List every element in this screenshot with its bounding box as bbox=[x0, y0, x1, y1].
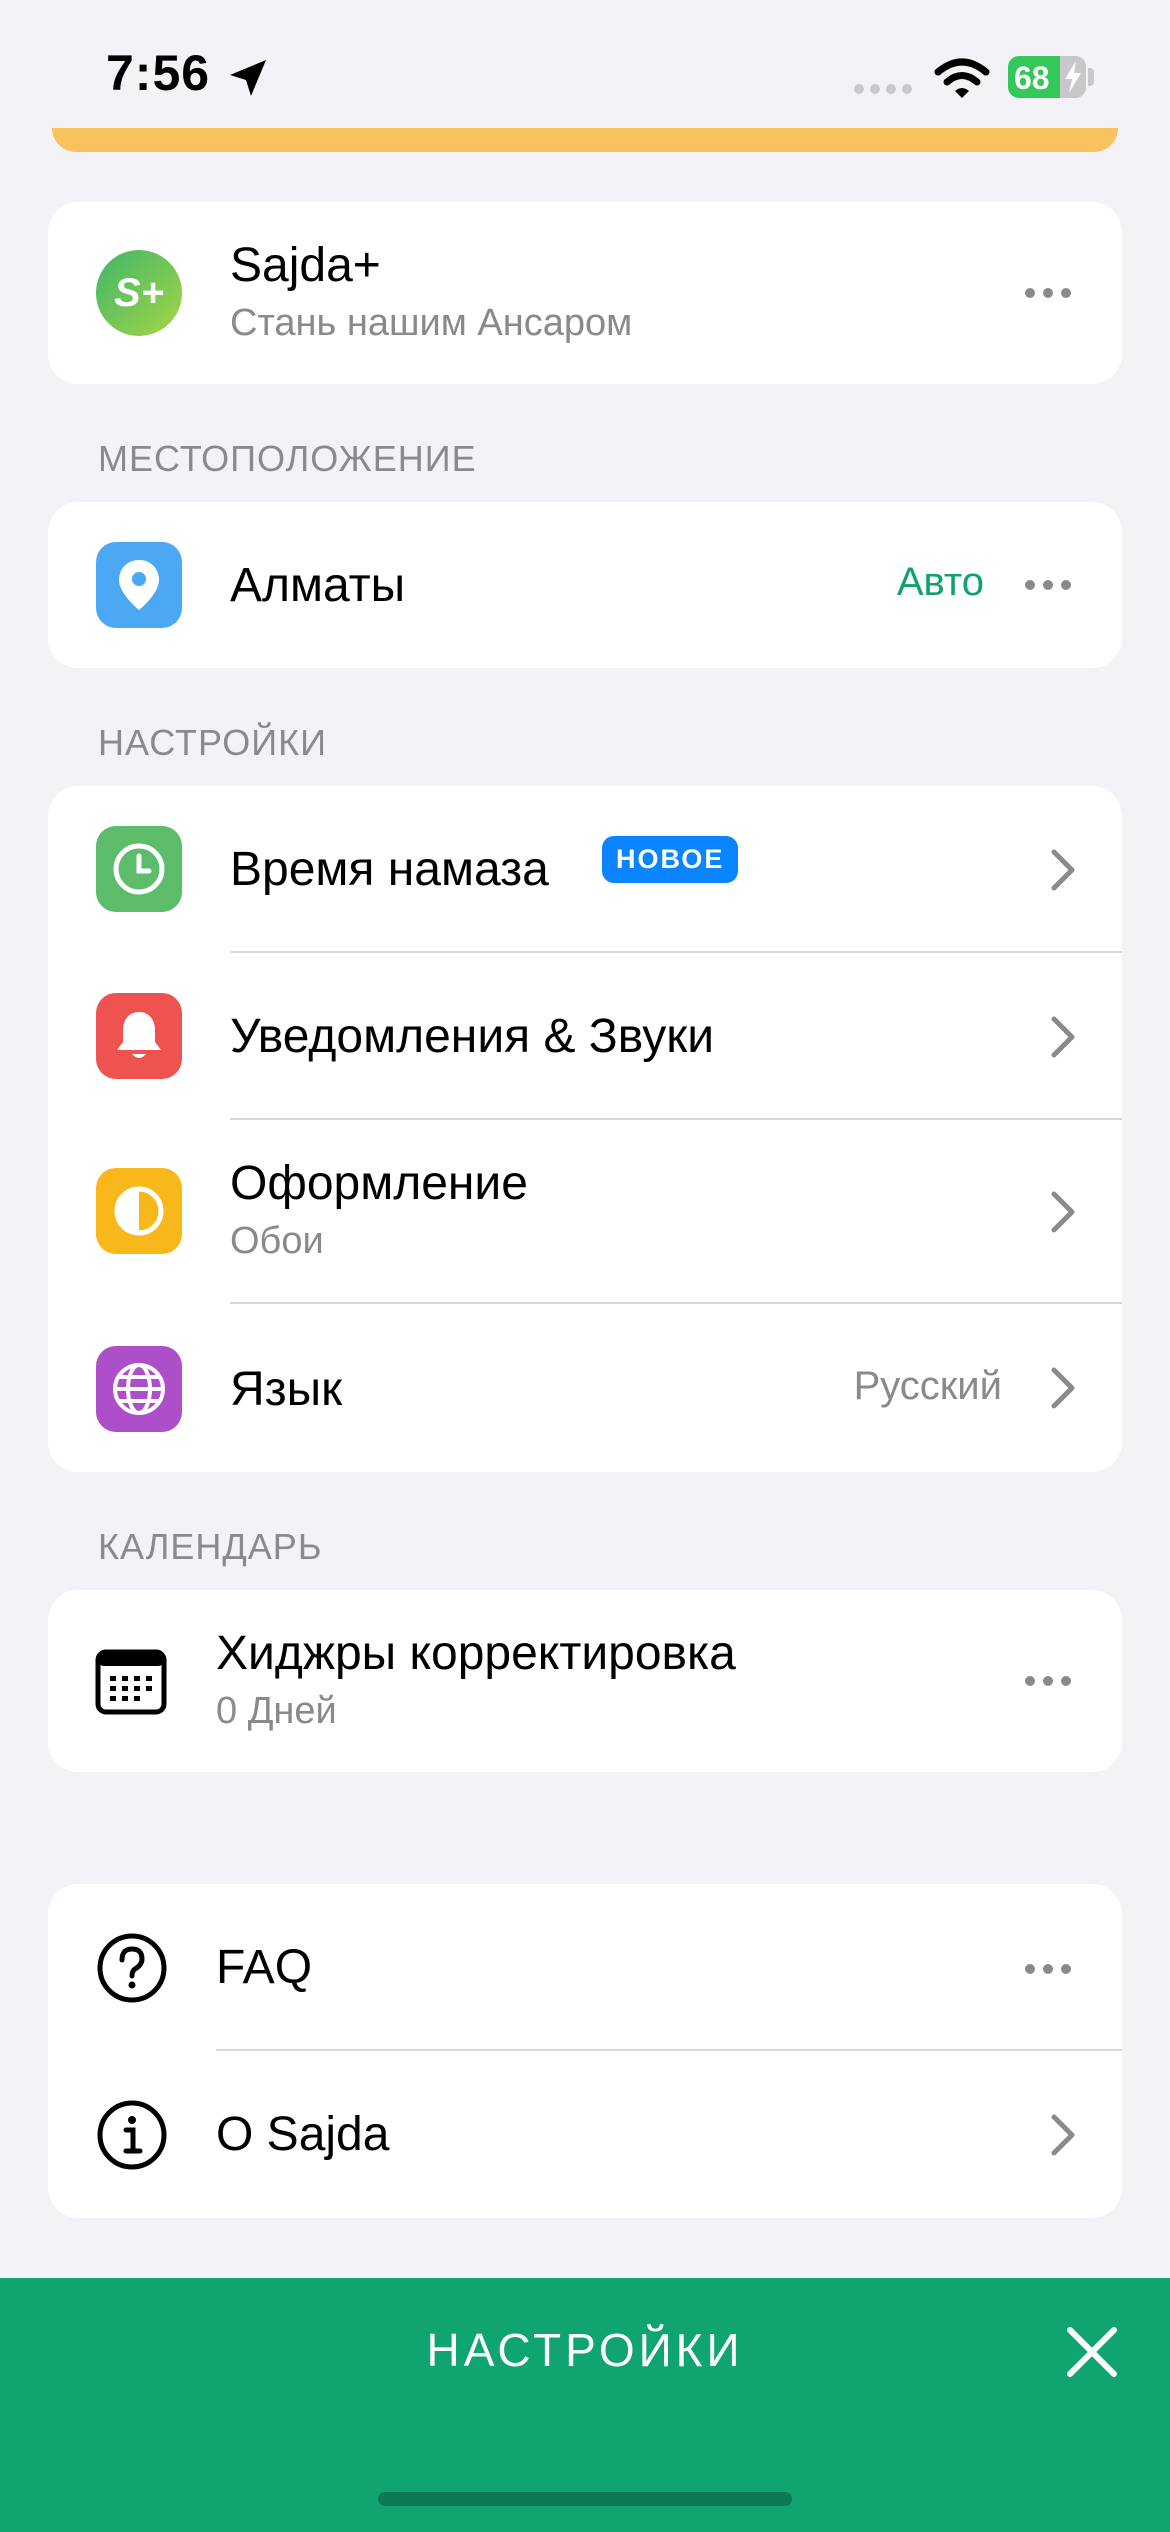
location-pin-icon bbox=[96, 542, 182, 628]
chevron-right-icon bbox=[1051, 1016, 1075, 1058]
promo-strip[interactable] bbox=[52, 128, 1118, 152]
chevron-right-icon bbox=[1051, 1191, 1075, 1233]
chevron-right-icon bbox=[1051, 1367, 1075, 1409]
bottom-bar-title: НАСТРОЙКИ bbox=[426, 2324, 744, 2376]
battery-icon: 68 bbox=[1008, 56, 1086, 98]
clock-icon bbox=[96, 826, 182, 912]
language-label: Язык bbox=[230, 1363, 343, 1416]
calendar-icon bbox=[95, 1649, 167, 1715]
language-value: Русский bbox=[853, 1364, 1002, 1408]
settings-item-prayer-time[interactable]: Время намаза НОВОЕ bbox=[48, 786, 1122, 952]
new-badge: НОВОЕ bbox=[602, 836, 739, 883]
calendar-card[interactable]: Хиджры корректировка 0 Дней bbox=[48, 1590, 1122, 1772]
prayer-time-label: Время намаза bbox=[230, 843, 549, 896]
premium-card[interactable]: S+ Sajda+ Стань нашим Ансаром bbox=[48, 202, 1122, 384]
location-section-header: МЕСТОПОЛОЖЕНИЕ bbox=[98, 438, 477, 479]
close-icon[interactable] bbox=[1064, 2324, 1120, 2380]
cellular-signal-icon bbox=[854, 84, 912, 94]
notifications-label: Уведомления & Звуки bbox=[230, 1010, 715, 1063]
battery-cap bbox=[1088, 68, 1094, 86]
battery-percent: 68 bbox=[1014, 60, 1050, 96]
settings-item-appearance[interactable]: Оформление Обои bbox=[48, 1120, 1122, 1302]
settings-section-header: НАСТРОЙКИ bbox=[98, 722, 327, 763]
charging-bolt-icon bbox=[1065, 61, 1081, 93]
hijri-adjust-label: Хиджры корректировка bbox=[216, 1627, 736, 1680]
more-icon[interactable] bbox=[1024, 1963, 1072, 1975]
chevron-right-icon bbox=[1051, 849, 1075, 891]
globe-icon bbox=[96, 1346, 182, 1432]
wifi-icon bbox=[934, 58, 990, 98]
location-card[interactable]: Алматы Авто bbox=[48, 502, 1122, 668]
location-arrow-icon bbox=[230, 60, 266, 96]
appearance-subtitle: Обои bbox=[230, 1220, 324, 1262]
info-item-faq[interactable]: FAQ bbox=[48, 1884, 1122, 2050]
calendar-section-header: КАЛЕНДАРЬ bbox=[98, 1526, 323, 1567]
premium-title: Sajda+ bbox=[230, 239, 381, 292]
chevron-right-icon bbox=[1051, 2114, 1075, 2156]
about-label: О Sajda bbox=[216, 2108, 390, 2161]
sajda-plus-logo: S+ bbox=[96, 250, 182, 336]
location-mode: Авто bbox=[896, 560, 984, 604]
info-icon bbox=[97, 2100, 167, 2170]
location-city: Алматы bbox=[230, 559, 406, 612]
more-icon[interactable] bbox=[1024, 287, 1072, 299]
home-indicator bbox=[378, 2492, 792, 2506]
appearance-label: Оформление bbox=[230, 1157, 528, 1210]
more-icon[interactable] bbox=[1024, 1675, 1072, 1687]
faq-label: FAQ bbox=[216, 1941, 313, 1994]
theme-icon bbox=[96, 1168, 182, 1254]
status-time: 7:56 bbox=[106, 45, 211, 101]
question-icon bbox=[97, 1933, 167, 2003]
sajda-plus-logo-text: S+ bbox=[113, 270, 165, 315]
more-icon[interactable] bbox=[1024, 579, 1072, 591]
info-item-about[interactable]: О Sajda bbox=[48, 2051, 1122, 2218]
settings-item-language[interactable]: Язык Русский bbox=[48, 1304, 1122, 1472]
settings-item-notifications[interactable]: Уведомления & Звуки bbox=[48, 953, 1122, 1119]
settings-card: Время намаза НОВОЕ Уведомления & Звуки О… bbox=[48, 786, 1122, 1472]
hijri-adjust-value: 0 Дней bbox=[216, 1690, 337, 1732]
bell-icon bbox=[96, 993, 182, 1079]
premium-subtitle: Стань нашим Ансаром bbox=[230, 302, 633, 344]
info-card: FAQ О Sajda bbox=[48, 1884, 1122, 2218]
